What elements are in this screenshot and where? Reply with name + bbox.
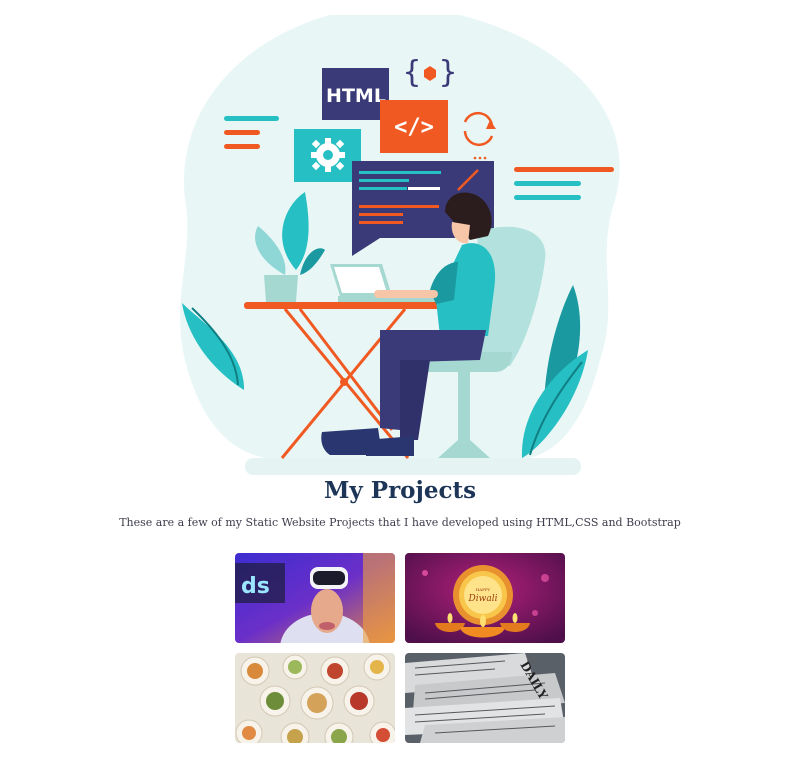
project-card-vr[interactable]: ds (235, 553, 395, 643)
project-card-diwali[interactable]: HAPPY Diwali (405, 553, 565, 643)
section-title: My Projects (323, 477, 477, 504)
project-card-news[interactable]: DAILY (405, 653, 565, 743)
project-thumbnail-diwali: HAPPY Diwali (405, 553, 565, 643)
svg-text:ds: ds (241, 574, 270, 599)
project-thumbnail-food (235, 653, 395, 743)
project-card-food[interactable] (235, 653, 395, 743)
svg-text:HAPPY: HAPPY (476, 587, 491, 592)
project-thumbnail-vr: ds (235, 553, 395, 643)
gear-icon (294, 129, 361, 182)
svg-text:HTML: HTML (326, 85, 386, 107)
svg-text:</>: </> (394, 115, 434, 140)
braces-icon: { } (403, 55, 457, 90)
section-subtitle: These are a few of my Static Website Pro… (119, 516, 681, 529)
project-thumbnail-news: DAILY (405, 653, 565, 743)
hero-illustration: HTML </> { } (180, 15, 620, 475)
project-grid: ds HAPPY Diwali DAILY (235, 553, 565, 743)
code-icon: </> (380, 100, 448, 153)
html-badge: HTML (322, 68, 389, 120)
svg-text:Diwali: Diwali (468, 594, 498, 604)
